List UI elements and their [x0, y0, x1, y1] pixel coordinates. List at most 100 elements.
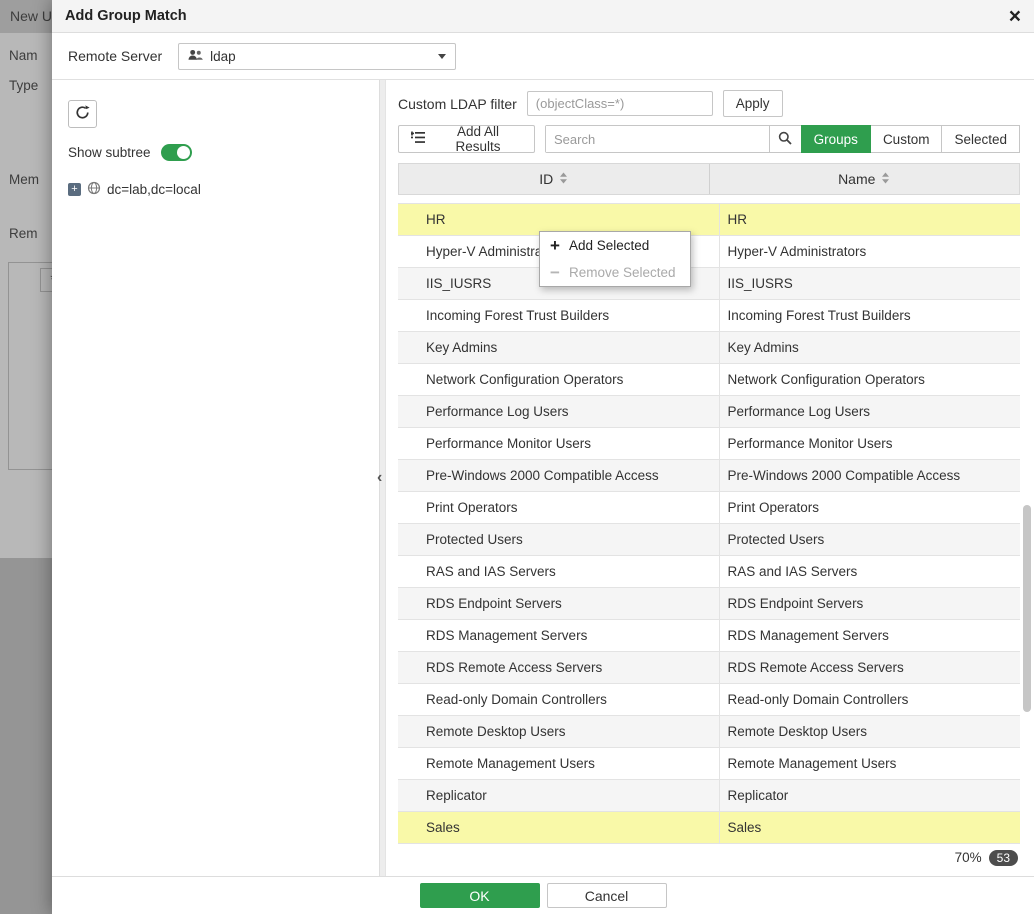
- table-scrollbar[interactable]: [1023, 505, 1031, 712]
- domain-icon: [87, 181, 101, 198]
- row-name-cell: Network Configuration Operators: [720, 364, 1021, 395]
- table-row[interactable]: Performance Monitor UsersPerformance Mon…: [398, 428, 1020, 460]
- table-row[interactable]: Performance Log UsersPerformance Log Use…: [398, 396, 1020, 428]
- ok-button[interactable]: OK: [420, 883, 540, 908]
- sort-icon: [559, 171, 568, 187]
- table-row[interactable]: RDS Remote Access ServersRDS Remote Acce…: [398, 652, 1020, 684]
- row-id-cell: Print Operators: [398, 492, 720, 523]
- table-row[interactable]: Key AdminsKey Admins: [398, 332, 1020, 364]
- row-id-cell: Network Configuration Operators: [398, 364, 720, 395]
- add-all-results-button[interactable]: Add All Results: [398, 125, 535, 153]
- row-id-cell: Remote Management Users: [398, 748, 720, 779]
- search-icon: [778, 131, 792, 148]
- row-id-cell: RDS Remote Access Servers: [398, 652, 720, 683]
- row-name-cell: Hyper-V Administrators: [720, 236, 1021, 267]
- table-row[interactable]: Network Configuration OperatorsNetwork C…: [398, 364, 1020, 396]
- context-menu-item-remove-selected[interactable]: −Remove Selected: [540, 259, 690, 286]
- collapse-panel-icon[interactable]: ‹: [377, 469, 382, 487]
- row-name-cell: Remote Desktop Users: [720, 716, 1021, 747]
- row-name-cell: Print Operators: [720, 492, 1021, 523]
- remote-server-select[interactable]: ldap: [178, 43, 456, 70]
- tree-node-label: dc=lab,dc=local: [107, 182, 201, 197]
- table-row[interactable]: Pre-Windows 2000 Compatible AccessPre-Wi…: [398, 460, 1020, 492]
- plus-icon: +: [549, 237, 561, 254]
- show-subtree-row: Show subtree: [68, 144, 363, 161]
- row-context-menu: +Add Selected−Remove Selected: [539, 231, 691, 287]
- context-menu-item-label: Remove Selected: [569, 265, 676, 280]
- column-header-name[interactable]: Name: [709, 164, 1020, 194]
- table-row[interactable]: RDS Endpoint ServersRDS Endpoint Servers: [398, 588, 1020, 620]
- row-id-cell: RDS Endpoint Servers: [398, 588, 720, 619]
- search-input[interactable]: [546, 126, 769, 152]
- table-row[interactable]: Hyper-V AdministratorsHyper-V Administra…: [398, 236, 1020, 268]
- table-row[interactable]: Incoming Forest Trust BuildersIncoming F…: [398, 300, 1020, 332]
- context-menu-item-label: Add Selected: [569, 238, 649, 253]
- show-subtree-toggle[interactable]: [161, 144, 192, 161]
- table-row[interactable]: Print OperatorsPrint Operators: [398, 492, 1020, 524]
- row-name-cell: Performance Monitor Users: [720, 428, 1021, 459]
- row-name-cell: Performance Log Users: [720, 396, 1021, 427]
- ldap-filter-input[interactable]: [527, 91, 713, 116]
- tree-node-root[interactable]: + dc=lab,dc=local: [68, 181, 363, 198]
- results-panel: Custom LDAP filter Apply Add All Results: [386, 80, 1034, 876]
- context-menu-item-add-selected[interactable]: + Add Selected: [540, 232, 690, 259]
- add-group-match-dialog: Add Group Match × Remote Server ldap Sho…: [52, 0, 1034, 914]
- row-name-cell: Sales: [720, 812, 1021, 843]
- results-table-header: ID Name: [398, 163, 1020, 195]
- row-name-cell: Remote Management Users: [720, 748, 1021, 779]
- ldap-tree-panel: Show subtree + dc=lab,dc=local: [52, 80, 379, 876]
- row-name-cell: Replicator: [720, 780, 1021, 811]
- row-id-cell: Sales: [398, 812, 720, 843]
- dialog-footer: OK Cancel: [52, 876, 1034, 914]
- row-name-cell: RAS and IAS Servers: [720, 556, 1021, 587]
- tab-custom[interactable]: Custom: [870, 125, 943, 153]
- toggle-knob: [177, 146, 190, 159]
- table-row[interactable]: Read-only Domain ControllersRead-only Do…: [398, 684, 1020, 716]
- remote-server-label: Remote Server: [68, 48, 162, 64]
- row-name-cell: Incoming Forest Trust Builders: [720, 300, 1021, 331]
- row-id-cell: Performance Log Users: [398, 396, 720, 427]
- tab-selected[interactable]: Selected: [941, 125, 1020, 153]
- dialog-title: Add Group Match: [65, 8, 187, 24]
- table-row[interactable]: RAS and IAS ServersRAS and IAS Servers: [398, 556, 1020, 588]
- row-id-cell: Remote Desktop Users: [398, 716, 720, 747]
- table-row[interactable]: RDS Management ServersRDS Management Ser…: [398, 620, 1020, 652]
- results-table-body: HRHRHyper-V AdministratorsHyper-V Admini…: [398, 203, 1020, 844]
- minus-icon: −: [549, 264, 561, 281]
- table-row[interactable]: Protected UsersProtected Users: [398, 524, 1020, 556]
- table-row[interactable]: Remote Desktop UsersRemote Desktop Users: [398, 716, 1020, 748]
- row-name-cell: Protected Users: [720, 524, 1021, 555]
- progress-text: 70%: [955, 850, 982, 865]
- results-status-row: 70% 53: [398, 844, 1020, 871]
- row-id-cell: Incoming Forest Trust Builders: [398, 300, 720, 331]
- table-row[interactable]: HRHR: [398, 204, 1020, 236]
- remote-server-value: ldap: [210, 49, 236, 64]
- row-name-cell: IIS_IUSRS: [720, 268, 1021, 299]
- sort-icon: [881, 171, 890, 187]
- refresh-button[interactable]: [68, 100, 97, 128]
- table-row[interactable]: IIS_IUSRSIIS_IUSRS: [398, 268, 1020, 300]
- dialog-body: Show subtree + dc=lab,dc=local ‹ Custom …: [52, 80, 1034, 876]
- column-header-id[interactable]: ID: [399, 164, 709, 194]
- row-id-cell: Pre-Windows 2000 Compatible Access: [398, 460, 720, 491]
- refresh-icon: [75, 105, 90, 123]
- user-group-icon: [188, 49, 203, 64]
- row-id-cell: Read-only Domain Controllers: [398, 684, 720, 715]
- expand-icon[interactable]: +: [68, 183, 81, 196]
- table-row[interactable]: ReplicatorReplicator: [398, 780, 1020, 812]
- table-row[interactable]: SalesSales: [398, 812, 1020, 844]
- table-row[interactable]: Remote Management UsersRemote Management…: [398, 748, 1020, 780]
- cancel-button[interactable]: Cancel: [547, 883, 667, 908]
- row-id-cell: RAS and IAS Servers: [398, 556, 720, 587]
- dialog-header: Add Group Match ×: [52, 0, 1034, 33]
- panel-splitter[interactable]: ‹: [379, 80, 386, 876]
- row-name-cell: RDS Management Servers: [720, 620, 1021, 651]
- column-header-id-label: ID: [539, 171, 553, 187]
- search-box: [545, 125, 802, 153]
- apply-button[interactable]: Apply: [723, 90, 783, 117]
- list-plus-icon: [411, 131, 427, 147]
- tab-groups[interactable]: Groups: [801, 125, 871, 153]
- search-button[interactable]: [769, 126, 801, 152]
- result-count-badge: 53: [989, 850, 1018, 866]
- close-icon[interactable]: ×: [1009, 6, 1021, 27]
